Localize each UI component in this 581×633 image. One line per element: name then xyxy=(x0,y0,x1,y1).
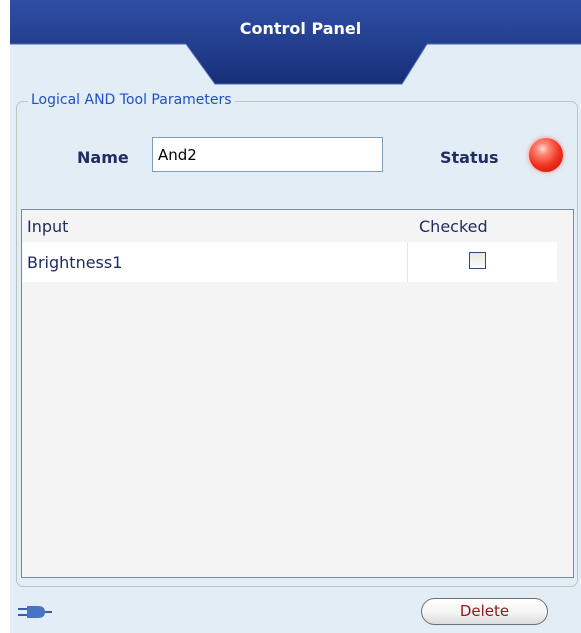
inputs-table[interactable]: Input Checked Brightness1 xyxy=(21,209,574,578)
control-panel: Control Panel Logical AND Tool Parameter… xyxy=(10,0,581,633)
status-indicator-icon xyxy=(529,138,563,172)
delete-button[interactable]: Delete xyxy=(421,598,548,625)
input-name-cell: Brightness1 xyxy=(27,253,123,272)
name-label: Name xyxy=(77,148,129,167)
status-label: Status xyxy=(440,148,499,167)
column-header-input: Input xyxy=(27,217,69,236)
checked-checkbox[interactable] xyxy=(469,252,486,269)
panel-title: Control Panel xyxy=(239,19,362,38)
column-header-checked: Checked xyxy=(419,217,488,236)
table-row[interactable]: Brightness1 xyxy=(23,242,557,282)
group-title: Logical AND Tool Parameters xyxy=(28,92,235,108)
column-divider xyxy=(407,242,408,282)
header-banner xyxy=(10,0,581,85)
plug-icon xyxy=(18,606,52,618)
name-input[interactable] xyxy=(152,137,383,172)
and-tool-parameters-group: Logical AND Tool Parameters Name Status … xyxy=(16,92,578,587)
